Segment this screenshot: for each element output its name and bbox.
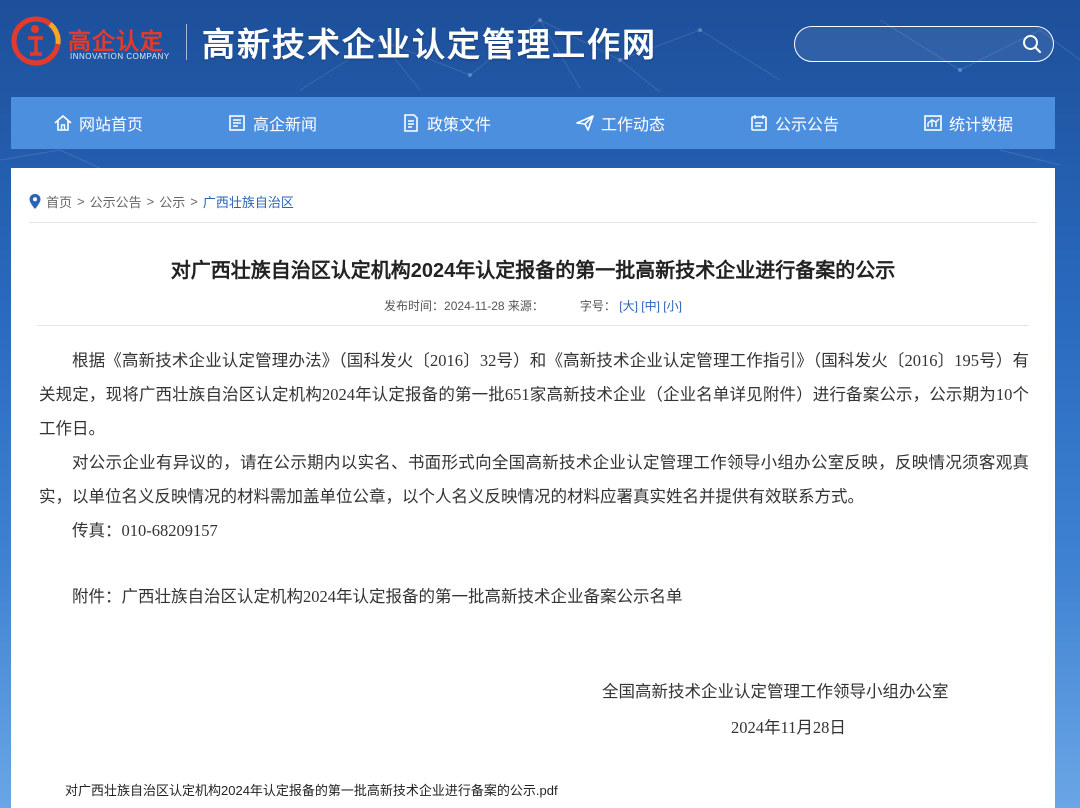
attachment-note: 附件：广西壮族自治区认定机构2024年认定报备的第一批高新技术企业备案公示名单 [72, 587, 683, 606]
nav-item-policy[interactable]: 政策文件 [359, 97, 533, 149]
divider [37, 325, 1029, 326]
font-size-large-button[interactable]: [大] [619, 299, 638, 313]
breadcrumb-separator: > [190, 194, 198, 209]
breadcrumb-separator: > [77, 194, 85, 209]
breadcrumb-current[interactable]: 广西壮族自治区 [203, 192, 294, 211]
chart-icon [924, 115, 942, 131]
article-panel: 首页 > 公示公告 > 公示 > 广西壮族自治区 对广西壮族自治区认定机构202… [11, 168, 1055, 808]
send-icon [576, 115, 594, 131]
logo-text: 高企认定 [68, 29, 164, 55]
nav-item-news[interactable]: 高企新闻 [185, 97, 359, 149]
site-title: 高新技术企业认定管理工作网 [202, 25, 657, 64]
nav-item-label: 统计数据 [948, 117, 1013, 134]
nav-item-label: 公示公告 [774, 117, 839, 134]
logo-mark-icon [11, 16, 61, 66]
font-size-label: 字号： [579, 299, 616, 313]
fax-number: 传真：010-68209157 [72, 521, 218, 540]
breadcrumb-separator: > [146, 194, 155, 209]
nav-item-stats[interactable]: 统计数据 [881, 97, 1055, 149]
logo-divider [186, 24, 187, 60]
article-paragraph: 对公示企业有异议的，请在公示期内以实名、书面形式向全国高新技术企业认定管理工作领… [39, 453, 1029, 506]
breadcrumb-home[interactable]: 首页 [46, 192, 72, 211]
news-icon [229, 115, 245, 131]
breadcrumb: 首页 > 公示公告 > 公示 > 广西壮族自治区 [29, 192, 294, 211]
logo-subtext: INNOVATION COMPANY [70, 52, 170, 61]
site-header: 高企认定 INNOVATION COMPANY 高新技术企业认定管理工作网 [0, 0, 1080, 96]
site-logo[interactable]: 高企认定 INNOVATION COMPANY [10, 14, 180, 66]
nav-item-label: 高企新闻 [252, 117, 317, 134]
nav-item-announce[interactable]: 公示公告 [707, 97, 881, 149]
font-size-medium-button[interactable]: [中] [641, 299, 660, 313]
signature: 全国高新技术企业认定管理工作领导小组办公室 [602, 682, 949, 701]
document-icon [404, 114, 418, 132]
search-box [794, 26, 1054, 62]
divider [29, 222, 1037, 223]
nav-item-label: 政策文件 [426, 117, 491, 134]
nav-item-work[interactable]: 工作动态 [533, 97, 707, 149]
main-nav: 网站首页 高企新闻 政策文件 工作动态 公示公告 统计数据 [11, 97, 1055, 149]
attachment-file-link[interactable]: 对广西壮族自治区认定机构2024年认定报备的第一批高新技术企业进行备案的公示.p… [65, 780, 558, 799]
article-title: 对广西壮族自治区认定机构2024年认定报备的第一批高新技术企业进行备案的公示 [170, 260, 896, 282]
article-meta: 发布时间：2024-11-28 来源： 字号： [大] [中] [小] [11, 297, 1055, 314]
breadcrumb-public-notice[interactable]: 公示 [159, 192, 185, 211]
announcement-icon [751, 115, 767, 131]
nav-item-home[interactable]: 网站首页 [11, 97, 185, 149]
search-input[interactable] [809, 33, 1009, 55]
article-paragraph: 根据《高新技术企业认定管理办法》（国科发火〔2016〕32号）和《高新技术企业认… [39, 351, 1029, 438]
breadcrumb-announcements[interactable]: 公示公告 [90, 192, 142, 211]
nav-item-label: 工作动态 [600, 117, 665, 134]
font-size-small-button[interactable]: [小] [663, 299, 682, 313]
home-icon [54, 114, 72, 131]
nav-item-label: 网站首页 [78, 117, 143, 134]
article-body: 根据《高新技术企业认定管理办法》（国科发火〔2016〕32号）和《高新技术企业认… [39, 344, 1029, 614]
signature-date: 2024年11月28日 [731, 718, 846, 737]
search-icon[interactable] [1021, 33, 1043, 55]
publish-time: 发布时间：2024-11-28 来源： [384, 299, 544, 313]
location-pin-icon [29, 194, 41, 209]
